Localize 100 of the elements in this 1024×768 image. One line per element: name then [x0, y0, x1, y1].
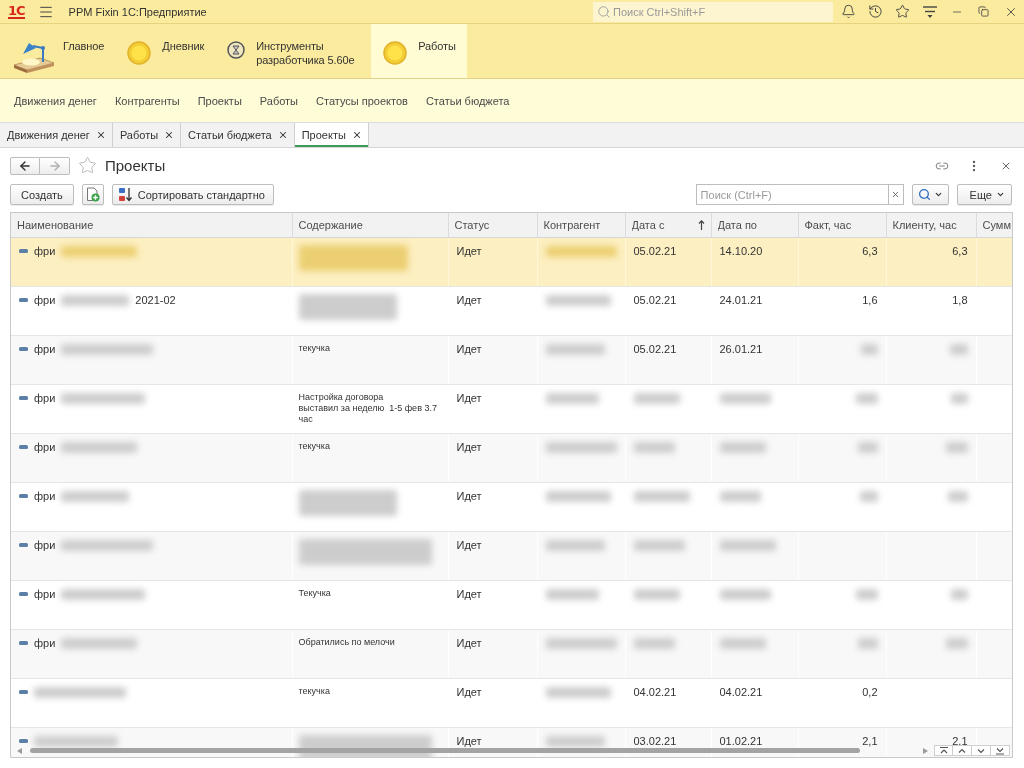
- table-row[interactable]: фри 2021-02 Идет 05.02.21 24.01.21 1,6 1,8: [11, 286, 1012, 335]
- column-label[interactable]: Клиенту, час: [892, 218, 957, 231]
- blurred-text: [719, 589, 771, 601]
- blurred-text: [633, 442, 675, 454]
- cell-text: Идет: [456, 440, 482, 453]
- sort-button[interactable]: Сортировать стандартно: [111, 184, 274, 205]
- global-search-field[interactable]: Поиск Ctrl+Shift+F: [593, 1, 833, 22]
- nav-link[interactable]: Статусы проектов: [316, 94, 408, 107]
- column-label[interactable]: Сумм: [982, 218, 1011, 231]
- cell-text: текучка: [298, 440, 330, 451]
- page-down-button[interactable]: [972, 745, 991, 756]
- open-tab[interactable]: Работы: [112, 123, 182, 147]
- blurred-text: [545, 295, 611, 307]
- blurred-text: [855, 393, 878, 405]
- minus-icon: [19, 690, 28, 694]
- desk-lamp-icon: [12, 41, 56, 73]
- open-tab[interactable]: Движения денег: [0, 123, 113, 147]
- table-row[interactable]: фри текучка Идет 05.02.21 26.01.21: [11, 335, 1012, 384]
- open-tab[interactable]: Проекты: [294, 123, 369, 147]
- nav-link[interactable]: Движения денег: [14, 94, 97, 107]
- restore-icon: [978, 6, 989, 17]
- search-button[interactable]: [911, 184, 949, 205]
- cell-text: 14.10.20: [719, 244, 763, 257]
- cell-text: фри: [34, 538, 56, 552]
- cell-text: 0,2: [862, 685, 878, 698]
- cell-text: 03.02.21: [633, 734, 677, 747]
- minus-icon: [19, 396, 28, 400]
- blurred-text: [947, 491, 968, 503]
- back-button[interactable]: [10, 156, 40, 175]
- nav-link[interactable]: Статьи бюджета: [425, 94, 510, 107]
- scroll-to-top-button[interactable]: [934, 745, 953, 756]
- minus-icon: [19, 641, 28, 645]
- section-item[interactable]: Работы: [371, 24, 467, 78]
- blurred-text: [545, 638, 617, 650]
- table-row[interactable]: фри Идет 05.02.21 14.10.20 6,3 6,3: [11, 237, 1012, 286]
- history-icon: [868, 4, 883, 19]
- bell-icon: [841, 4, 856, 19]
- minus-icon: [19, 494, 28, 498]
- close-icon: [164, 130, 175, 140]
- cell-text: Идет: [456, 636, 482, 649]
- scrollbar-thumb[interactable]: [30, 748, 860, 753]
- column-label[interactable]: Дата по: [717, 218, 757, 231]
- chevron-up-icon: [956, 746, 968, 755]
- table-row[interactable]: фри Обратились по мелочи Идет: [11, 629, 1012, 678]
- column-label[interactable]: Статус: [454, 218, 490, 231]
- blurred-text: [719, 393, 771, 405]
- section-item[interactable]: Главное: [0, 24, 116, 78]
- star-icon[interactable]: [78, 156, 97, 175]
- copy-create-button[interactable]: [81, 184, 104, 205]
- cell-text: 6,3: [862, 244, 878, 257]
- minus-icon: [19, 445, 28, 449]
- table-row[interactable]: фри Идет: [11, 482, 1012, 531]
- more-button[interactable]: Еще: [956, 184, 1012, 205]
- minus-icon: [19, 298, 28, 302]
- minus-icon: [19, 249, 28, 253]
- scroll-right-icon[interactable]: [923, 748, 928, 754]
- column-label[interactable]: Контрагент: [543, 218, 601, 231]
- column-label[interactable]: Содержание: [298, 218, 363, 231]
- column-label[interactable]: Факт, час: [804, 218, 852, 231]
- cell-text: 2,1: [952, 734, 968, 747]
- section-item[interactable]: Инструменты разработчика 5.60е: [215, 24, 372, 78]
- nav-link[interactable]: Контрагенты: [114, 94, 180, 107]
- lines-menu-icon: [921, 3, 938, 20]
- blurred-text: [545, 736, 605, 748]
- nav-link[interactable]: Проекты: [197, 94, 242, 107]
- section-item[interactable]: Дневник: [115, 24, 216, 78]
- blurred-text: [545, 491, 611, 503]
- table-row[interactable]: фри Текучка Идет: [11, 580, 1012, 629]
- blurred-text: [633, 638, 675, 650]
- table-row[interactable]: фри Идет: [11, 531, 1012, 580]
- table-row[interactable]: фри Настройка договора выставил за неделю 1-5 фев 3.7 час Идет: [11, 384, 1012, 433]
- cell-text: Обратились по мелочи: [298, 636, 395, 647]
- blurred-text: [545, 442, 617, 454]
- blurred-text: [719, 540, 776, 552]
- blurred-text: [633, 491, 690, 503]
- list-search-field[interactable]: Поиск (Ctrl+F): [695, 184, 888, 205]
- nav-link[interactable]: Работы: [259, 94, 299, 107]
- table-row[interactable]: фри текучка Идет: [11, 433, 1012, 482]
- create-button[interactable]: Создать: [10, 184, 74, 205]
- circle-icon: [383, 41, 408, 65]
- hourglass-circle-icon: [227, 41, 246, 59]
- column-label[interactable]: Наименование: [17, 218, 94, 231]
- cell-text: Текучка: [298, 587, 331, 598]
- cell-text: фри: [34, 587, 56, 601]
- table-row[interactable]: текучка Идет 04.02.21 04.02.21 0,2: [11, 678, 1012, 727]
- scroll-to-bottom-button[interactable]: [991, 745, 1010, 756]
- cell-text: фри: [34, 342, 56, 356]
- open-tab[interactable]: Статьи бюджета: [181, 123, 295, 147]
- scroll-left-icon[interactable]: [17, 748, 22, 754]
- cell-text: 1,8: [952, 293, 968, 306]
- page-up-button[interactable]: [953, 745, 972, 756]
- star-icon: [895, 4, 910, 19]
- minus-icon: [19, 543, 28, 547]
- minus-icon: [19, 592, 28, 596]
- cell-text: Идет: [456, 538, 482, 551]
- document-plus-icon: [85, 187, 100, 202]
- cell-text: 2,1: [862, 734, 878, 747]
- blurred-text: [719, 638, 766, 650]
- blurred-text: [945, 638, 968, 650]
- column-label[interactable]: Дата с: [631, 218, 665, 231]
